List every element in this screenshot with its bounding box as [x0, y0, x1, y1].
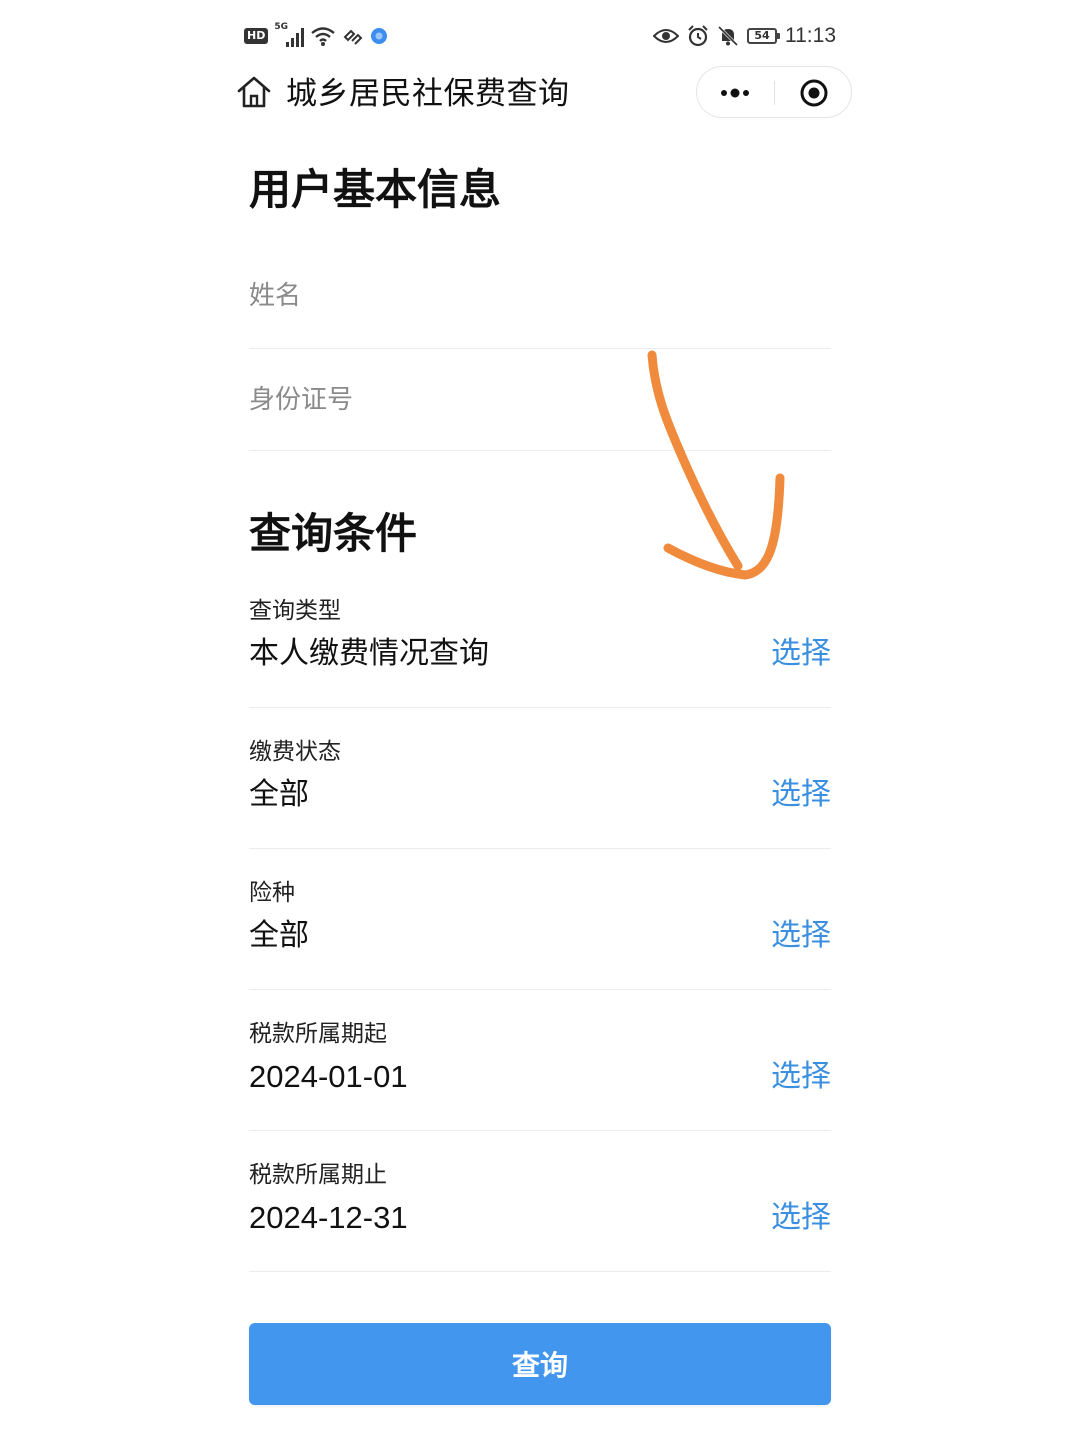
battery-icon: 54: [747, 28, 780, 44]
period-end-select-button[interactable]: 选择: [771, 1198, 831, 1238]
more-icon[interactable]: [717, 79, 753, 107]
status-left: HD 5G: [244, 20, 388, 52]
eye-icon: [653, 29, 679, 43]
id-number-placeholder: 身份证号: [249, 385, 354, 415]
period-start-value: 2024-01-01: [249, 1059, 408, 1094]
period-end-value: 2024-12-31: [249, 1200, 408, 1235]
status-right: 54 11:13: [653, 20, 836, 52]
query-button[interactable]: 查询: [249, 1323, 831, 1405]
payment-status-row: 缴费状态 全部 选择: [249, 707, 831, 849]
insurance-type-label: 险种: [249, 880, 295, 906]
hd-badge: HD: [244, 28, 269, 44]
query-type-value: 本人缴费情况查询: [249, 636, 489, 671]
insurance-type-row: 险种 全部 选择: [249, 848, 831, 990]
period-end-label: 税款所属期止: [249, 1162, 387, 1188]
name-field[interactable]: 姓名: [249, 248, 831, 349]
link-icon: [343, 29, 363, 45]
insurance-type-select-button[interactable]: 选择: [771, 916, 831, 956]
basic-info-title: 用户基本信息: [249, 165, 502, 214]
payment-status-label: 缴费状态: [249, 739, 341, 765]
payment-status-value: 全部: [249, 777, 309, 812]
app-notification-icon: [371, 28, 388, 44]
mute-bell-icon: [717, 25, 739, 47]
period-end-row: 税款所属期止 2024-12-31 选择: [249, 1130, 831, 1272]
alarm-icon: [688, 25, 708, 47]
query-type-label: 查询类型: [249, 598, 341, 624]
page: HD 5G 54 11:13 城乡居民社保费查询 用户基本信息 姓名 身份证号 …: [0, 0, 1080, 1440]
capsule-divider: [774, 81, 775, 105]
id-number-field[interactable]: 身份证号: [249, 350, 831, 451]
query-type-select-button[interactable]: 选择: [771, 634, 831, 674]
query-type-row: 查询类型 本人缴费情况查询 选择: [249, 566, 831, 708]
nav-bar: 城乡居民社保费查询: [236, 66, 852, 122]
close-icon[interactable]: [799, 78, 829, 108]
query-conditions-title: 查询条件: [249, 509, 418, 558]
period-start-label: 税款所属期起: [249, 1021, 387, 1047]
home-icon[interactable]: [236, 74, 272, 110]
period-start-row: 税款所属期起 2024-01-01 选择: [249, 989, 831, 1131]
insurance-type-value: 全部: [249, 918, 309, 953]
wifi-icon: [311, 27, 336, 46]
payment-status-select-button[interactable]: 选择: [771, 775, 831, 815]
name-placeholder: 姓名: [249, 281, 302, 311]
page-title: 城乡居民社保费查询: [286, 76, 570, 112]
clock-time: 11:13: [785, 24, 836, 47]
period-start-select-button[interactable]: 选择: [771, 1057, 831, 1097]
mini-program-capsule: [696, 66, 852, 118]
network-type-label: 5G: [274, 22, 288, 32]
status-bar: HD 5G 54 11:13: [244, 20, 836, 52]
signal-indicator: 5G: [274, 22, 305, 48]
